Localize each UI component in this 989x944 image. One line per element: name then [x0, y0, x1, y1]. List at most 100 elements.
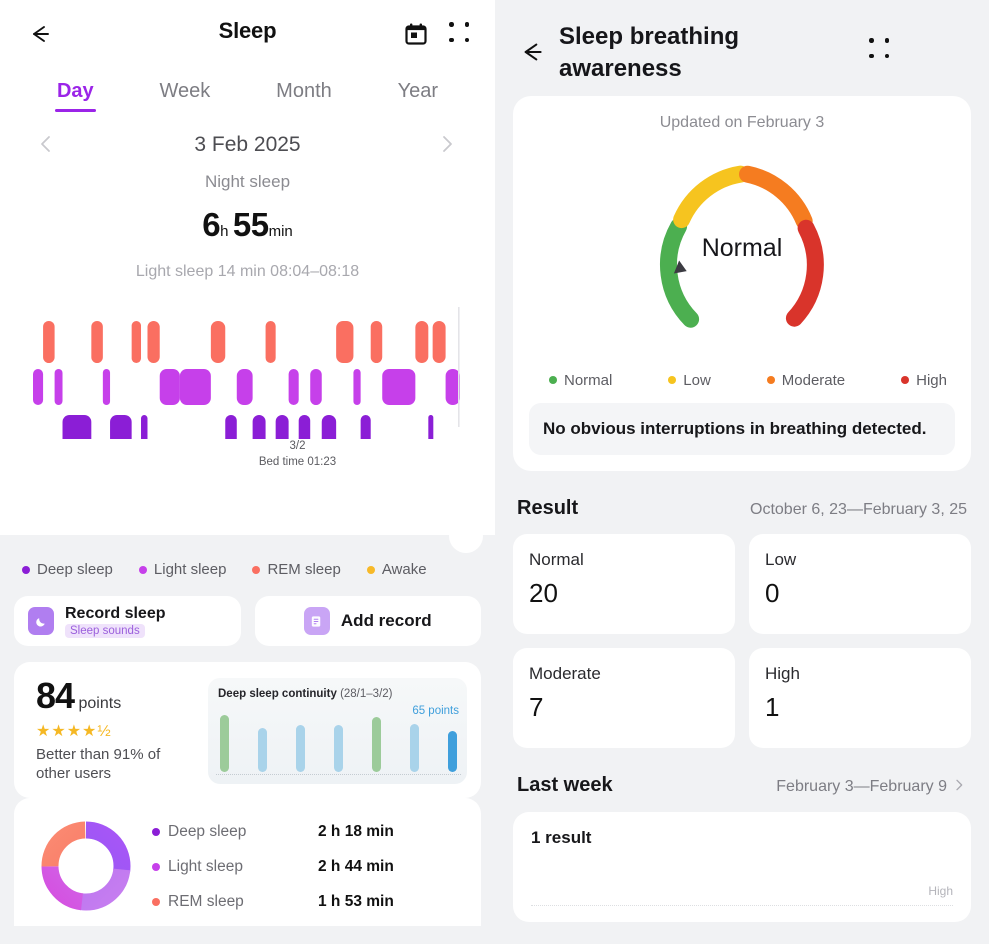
mini-chart-title-text: Deep sleep continuity — [218, 688, 337, 700]
stat-value: 1 — [765, 692, 780, 723]
hypnogram-chart[interactable]: 3/2 Bed time 01:23 3/2 Rise time 08:18 — [0, 299, 495, 944]
sleep-score-card[interactable]: 84 points ★★★★½ Better than 91% of other… — [14, 662, 481, 798]
stat-label: Normal — [529, 550, 584, 570]
list-item: Light sleep 2 h 44 min — [152, 858, 467, 876]
gauge-legend-normal: Normal — [549, 372, 612, 389]
sleep-topbar: Sleep — [0, 0, 495, 68]
last-week-header[interactable]: Last week February 3—February 9 — [495, 748, 989, 798]
gauge-legend-low: Low — [668, 372, 711, 389]
bar — [448, 731, 457, 772]
last-week-range-row[interactable]: February 3—February 9 — [776, 777, 967, 798]
stat-card-high[interactable]: High 1 — [749, 648, 971, 749]
last-week-title: Last week — [517, 774, 613, 797]
chevron-left-icon[interactable] — [34, 132, 60, 158]
updated-label: Updated on February 3 — [659, 113, 825, 131]
legend-dot — [766, 376, 775, 385]
gauge-status: Normal — [701, 233, 783, 262]
legend-label: Light sleep — [153, 561, 227, 578]
bar — [220, 715, 229, 772]
breakdown-label: Light sleep — [168, 857, 243, 875]
add-record-label: Add record — [340, 611, 432, 630]
stat-value: 7 — [529, 692, 544, 723]
mini-chart-range: (28/1–3/2) — [340, 688, 393, 700]
chevron-right-icon[interactable] — [951, 777, 967, 798]
bar — [410, 724, 419, 772]
legend-dot — [152, 897, 160, 906]
stat-card-low[interactable]: Low 0 — [749, 534, 971, 635]
legend-light-sleep: Light sleep — [138, 561, 227, 578]
stat-label: Low — [765, 550, 797, 570]
stage-legend: Deep sleep Light sleep REM sleep Awake — [0, 535, 495, 578]
sleep-panel: Sleep Day Week Month Year 3 Feb 2025 Nig… — [0, 0, 495, 944]
result-section-header: Result October 6, 23—February 3, 25 — [495, 471, 989, 520]
duration-minutes: 55 — [232, 206, 269, 243]
bar — [296, 725, 305, 772]
result-axis-label: High — [928, 883, 953, 898]
gauge-legend-high: High — [901, 372, 947, 389]
legend-rem-sleep: REM sleep — [252, 561, 341, 578]
legend-dot — [152, 827, 160, 836]
stat-card-moderate[interactable]: Moderate 7 — [513, 648, 735, 749]
sleep-sounds-chip[interactable]: Sleep sounds — [65, 623, 145, 638]
sleep-breakdown-list: Deep sleep 2 h 18 min Light sleep 2 h 44… — [152, 821, 467, 911]
score-summary: 84 points ★★★★½ Better than 91% of other… — [28, 678, 198, 784]
page-title: Sleep — [218, 18, 277, 43]
current-date: 3 Feb 2025 — [194, 133, 301, 156]
stat-card-normal[interactable]: Normal 20 — [513, 534, 735, 635]
sleep-type-label: Night sleep — [204, 172, 291, 191]
period-tabs: Day Week Month Year — [0, 68, 495, 112]
legend-label: Awake — [381, 561, 427, 578]
breathing-awareness-panel: Sleep breathing awareness Updated on Feb… — [495, 0, 989, 944]
date-navigator: 3 Feb 2025 — [0, 132, 495, 158]
list-item: REM sleep 1 h 53 min — [152, 893, 467, 911]
sleep-duration: 6h 55min — [0, 208, 495, 241]
score-value: 84 — [36, 675, 75, 716]
tab-month[interactable]: Month — [274, 76, 334, 112]
stat-value: 0 — [765, 578, 780, 609]
result-title: Result — [517, 497, 579, 520]
gauge-card: Updated on February 3 Normal Normal Low … — [513, 95, 971, 472]
breakdown-value: 1 h 53 min — [318, 892, 394, 910]
legend-label: Low — [683, 371, 711, 389]
result-range: October 6, 23—February 3, 25 — [750, 501, 967, 519]
last-week-result-card[interactable]: 1 result High — [513, 811, 971, 922]
score-unit: points — [78, 695, 122, 712]
tab-week[interactable]: Week — [158, 76, 213, 112]
bar — [258, 728, 267, 772]
chevron-right-icon[interactable] — [435, 132, 461, 158]
app-screen: Sleep Day Week Month Year 3 Feb 2025 Nig… — [0, 0, 989, 944]
bar — [334, 725, 343, 772]
legend-dot — [549, 376, 557, 385]
mini-chart-title: Deep sleep continuity (28/1–3/2) — [218, 688, 457, 700]
tab-year[interactable]: Year — [396, 76, 440, 112]
legend-dot — [901, 376, 910, 385]
action-buttons: Record sleep Sleep sounds Add record — [0, 578, 495, 646]
result-baseline — [531, 904, 953, 906]
deep-sleep-continuity-chart[interactable]: Deep sleep continuity (28/1–3/2) 65 poin… — [208, 678, 467, 784]
breathing-awareness-gauge[interactable]: Normal — [529, 138, 955, 360]
bar — [372, 716, 381, 772]
back-arrow-icon[interactable] — [515, 36, 549, 70]
duration-minutes-unit: min — [268, 223, 293, 240]
sleep-composition-donut[interactable] — [36, 816, 136, 916]
legend-deep-sleep: Deep sleep — [22, 561, 113, 578]
note-edit-icon — [303, 607, 330, 635]
result-count: 1 result — [531, 827, 592, 847]
gauge-legend: Normal Low Moderate High — [529, 360, 955, 389]
add-record-button[interactable]: Add record — [254, 596, 481, 646]
duration-hours-unit: h — [220, 223, 229, 240]
stat-value: 20 — [529, 578, 558, 609]
record-sleep-button[interactable]: Record sleep Sleep sounds — [14, 596, 241, 646]
result-stat-grid: Normal 20 Low 0 Moderate 7 High 1 — [495, 520, 989, 749]
sleep-breakdown-card: Deep sleep 2 h 18 min Light sleep 2 h 44… — [14, 797, 481, 926]
legend-dot — [366, 565, 375, 574]
legend-dot — [668, 376, 677, 385]
breathing-topbar: Sleep breathing awareness — [495, 0, 989, 86]
grid-dots-icon[interactable] — [869, 38, 893, 62]
legend-dot — [252, 565, 261, 574]
tab-day[interactable]: Day — [54, 76, 96, 112]
breakdown-value: 2 h 44 min — [318, 857, 394, 875]
legend-label: Moderate — [781, 371, 846, 389]
floating-action-circle[interactable] — [449, 519, 483, 553]
mini-chart-bars — [216, 700, 461, 775]
